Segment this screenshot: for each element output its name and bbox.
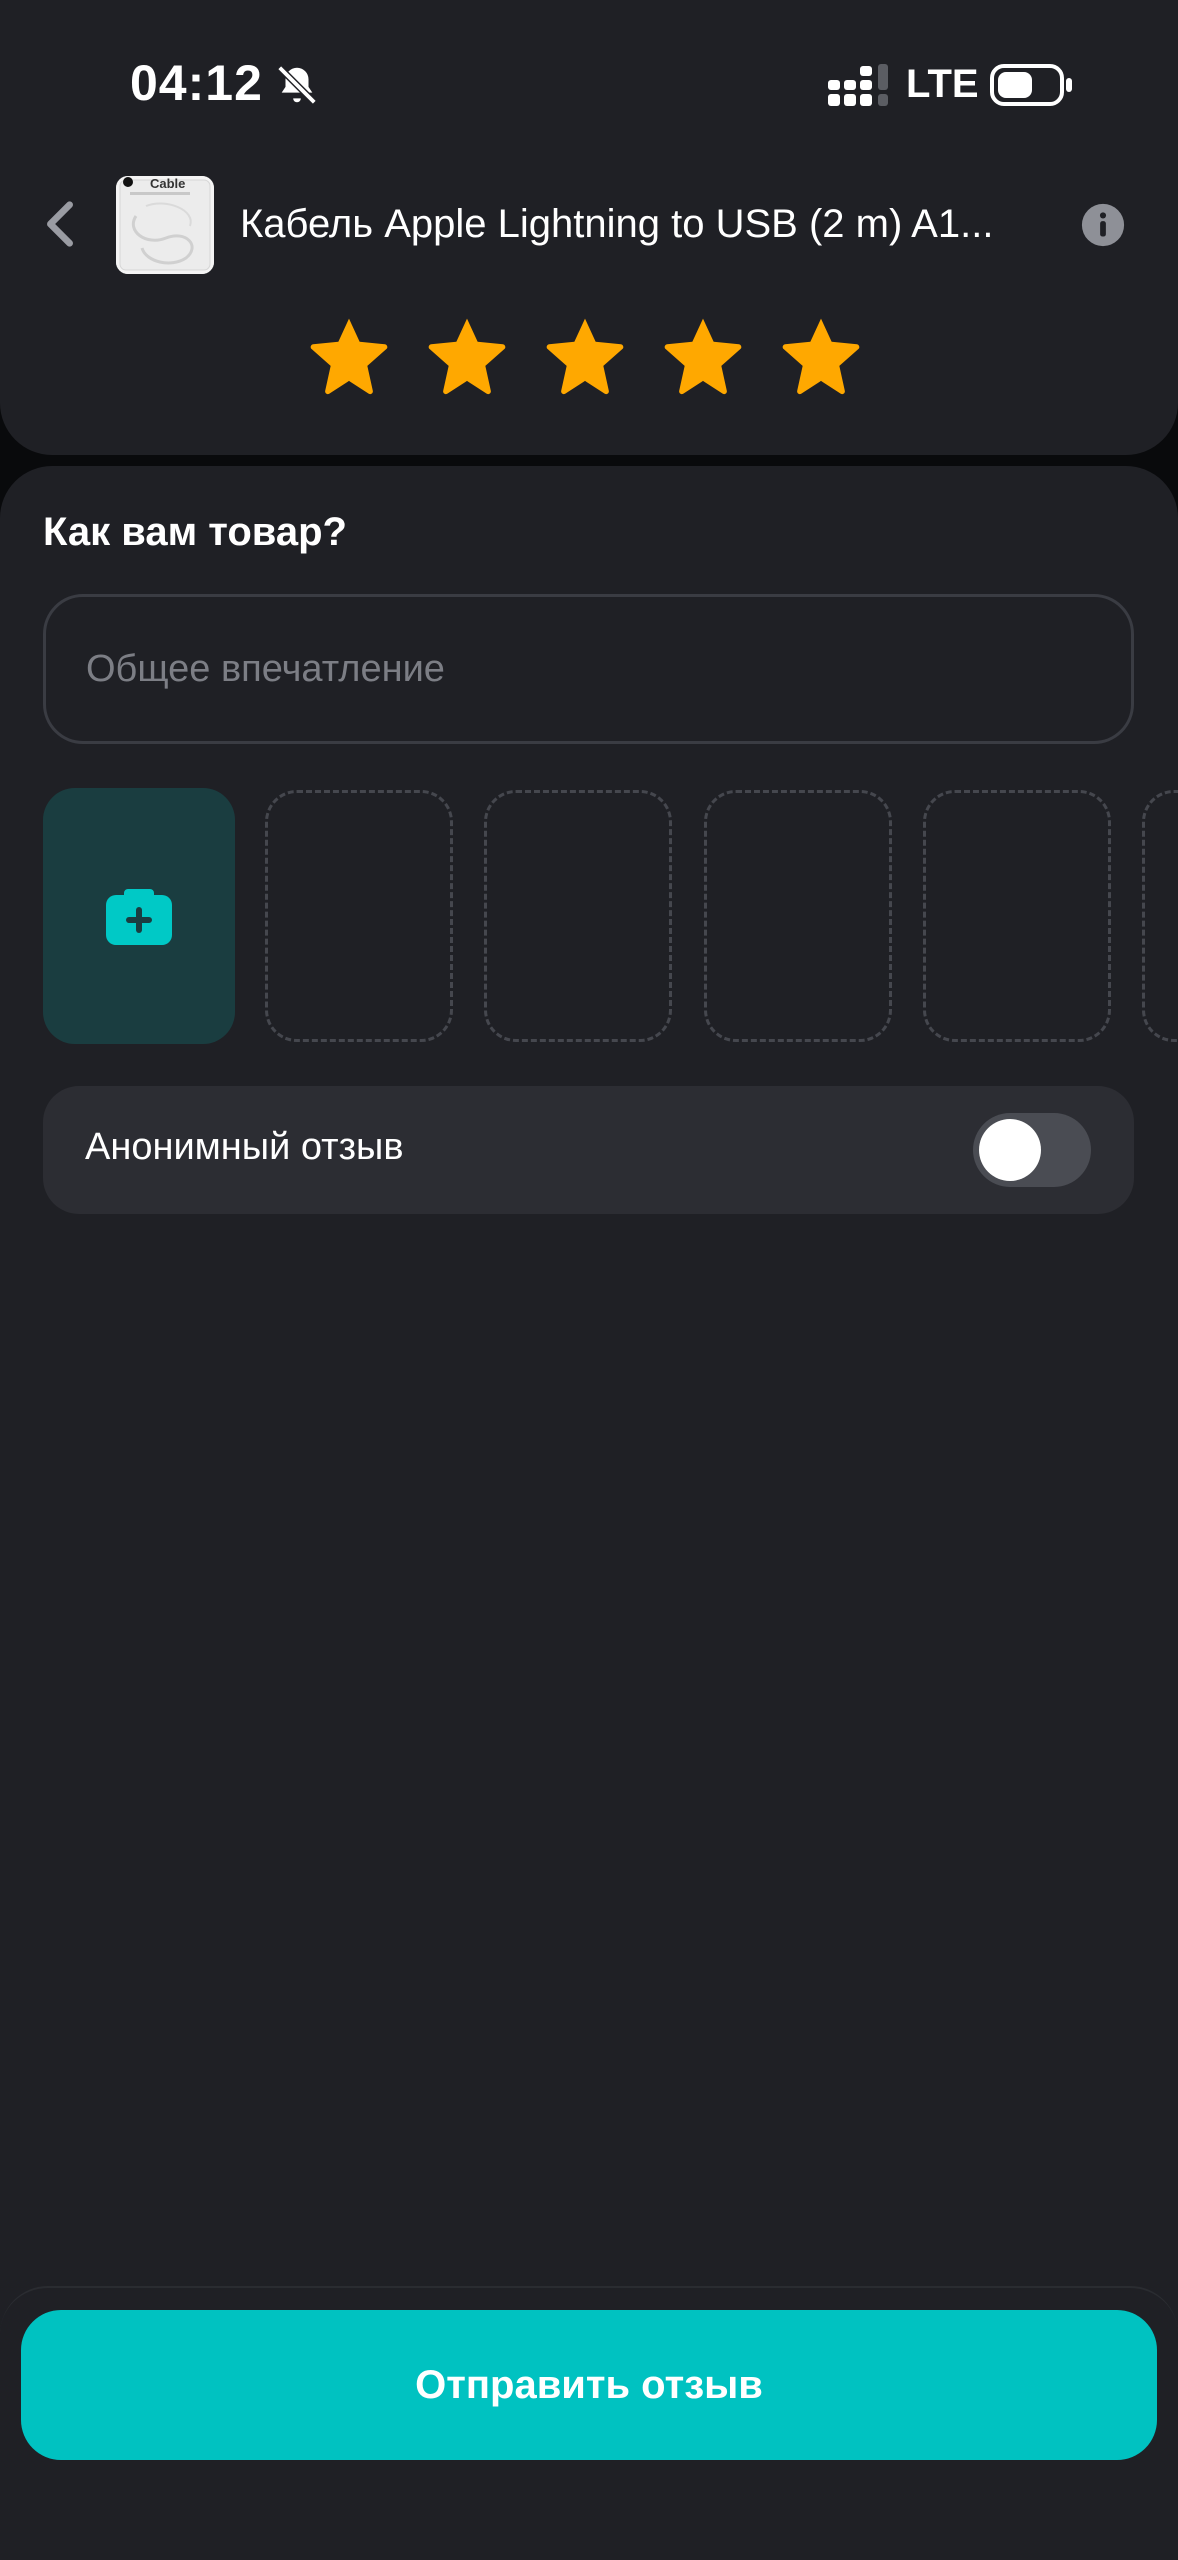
thumbnail-label: Cable [150,176,186,191]
star-icon-1[interactable] [305,312,393,400]
photo-slot [923,790,1111,1042]
status-time: 04:12 [130,55,263,111]
toggle-knob [979,1119,1041,1181]
star-icon-4[interactable] [659,312,747,400]
status-bar: 04:12 LTE [0,0,1178,170]
product-thumbnail: Cable [116,176,214,274]
star-icon-2[interactable] [423,312,511,400]
impression-input[interactable] [43,594,1134,744]
anonymous-review-label: Анонимный отзыв [85,1126,404,1168]
review-screen: 04:12 LTE Cable Кабель Apple Lightning t… [0,0,1178,2560]
product-header-card: 04:12 LTE Cable Кабель Apple Lightning t… [0,0,1178,455]
submit-review-button[interactable]: Отправить отзыв [21,2310,1157,2460]
photo-slot [265,790,453,1042]
chevron-left-icon [47,201,73,247]
add-photo-button[interactable] [43,788,235,1044]
info-button[interactable] [1080,202,1126,248]
anonymous-toggle[interactable] [973,1113,1091,1187]
camera-plus-icon [106,889,172,945]
photo-slot [484,790,672,1042]
anonymous-review-row: Анонимный отзыв [43,1086,1134,1214]
back-button[interactable] [30,194,90,254]
star-icon-3[interactable] [541,312,629,400]
network-type: LTE [906,62,979,106]
photo-slot [1142,790,1178,1042]
signal-icon [828,64,888,106]
bottom-action-bar: Отправить отзыв [0,2286,1178,2560]
rating-stars [305,312,865,402]
info-icon [1081,203,1125,247]
product-title: Кабель Apple Lightning to USB (2 m) A1..… [240,202,994,246]
photo-upload-row [43,788,1178,1046]
battery-icon [990,64,1072,106]
header-row: Cable Кабель Apple Lightning to USB (2 m… [0,172,1178,278]
review-form-card: Как вам товар? Анонимный отзыв [0,466,1178,2560]
section-title: Как вам товар? [43,510,347,554]
bell-muted-icon [277,65,317,105]
star-icon-5[interactable] [777,312,865,400]
photo-slot [704,790,892,1042]
